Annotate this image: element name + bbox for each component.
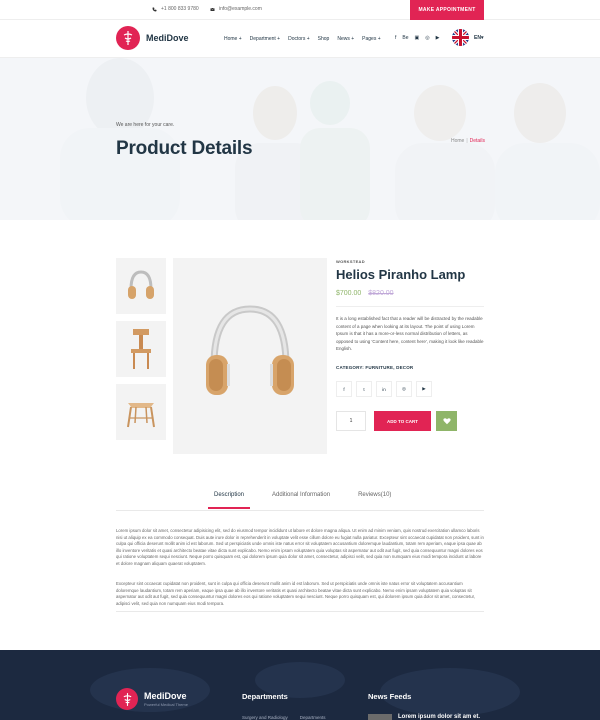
headphones-image xyxy=(206,305,294,395)
phone-contact[interactable]: +1 800 833 9780 xyxy=(152,6,199,12)
facebook-share-icon[interactable]: f xyxy=(336,381,352,397)
tab-description[interactable]: Description xyxy=(207,492,251,509)
thumbnail-headphones[interactable] xyxy=(116,258,166,314)
linkedin-share-icon[interactable]: in xyxy=(376,381,392,397)
tabs-divider xyxy=(116,510,484,511)
nav-item-pages[interactable]: Pages + xyxy=(362,36,381,42)
headphones-thumb-image xyxy=(128,270,154,299)
footer-link-departments[interactable]: Departments xyxy=(300,715,326,720)
footer-link-surgery[interactable]: Surgery and Radiology xyxy=(242,715,288,720)
thumbnail-chair[interactable] xyxy=(116,321,166,377)
email-address: info@example.com xyxy=(219,6,262,12)
email-contact[interactable]: info@example.com xyxy=(210,6,262,12)
phone-icon xyxy=(152,7,157,11)
dribbble-icon[interactable]: ◎ xyxy=(425,35,429,41)
description-paragraph-1: Lorem ipsum dolor sit amet, consectetur … xyxy=(116,528,484,566)
price-divider xyxy=(336,306,484,307)
add-to-cart-button[interactable]: ADD TO CART xyxy=(374,411,431,431)
footer-logo[interactable]: MediDove Powerful Medical Theme xyxy=(116,688,188,710)
nav-social-links: f Be ▣ ◎ ▶ xyxy=(395,35,439,41)
news-title[interactable]: Lorem ipsum dolor sit am et. xyxy=(398,714,480,720)
phone-number: +1 800 833 9780 xyxy=(161,6,199,12)
make-appointment-button[interactable]: MAKE APPOINTMENT xyxy=(410,0,484,20)
breadcrumb: Home | Details xyxy=(451,138,485,144)
news-thumbnail[interactable] xyxy=(368,714,392,720)
footer-map-pattern xyxy=(90,662,520,716)
product-share-links: f t in ◎ ▶ xyxy=(336,381,432,397)
footer-tagline: Powerful Medical Theme xyxy=(144,702,188,707)
price-current: $700.00 xyxy=(336,290,362,297)
footer-logo-name: MediDove xyxy=(144,691,187,701)
behance-icon[interactable]: Be xyxy=(402,35,408,41)
tab-reviews[interactable]: Reviews(10) xyxy=(358,492,391,506)
nav-item-home[interactable]: Home + xyxy=(224,36,242,42)
logo-name: MediDove xyxy=(146,33,189,43)
footer-logo-emblem-icon xyxy=(116,688,138,710)
site-logo[interactable]: MediDove xyxy=(116,26,189,50)
page-hero: We are here for your care. Product Detai… xyxy=(0,58,600,220)
footer-department-links: Surgery and Radiology Departments xyxy=(242,715,326,720)
youtube-share-icon[interactable]: ▶ xyxy=(416,381,432,397)
chair-thumb-image xyxy=(131,329,151,369)
stool-thumb-image xyxy=(127,403,155,428)
product-tabs: Description Additional Information Revie… xyxy=(200,492,391,509)
top-bar: +1 800 833 9780 info@example.com MAKE AP… xyxy=(0,0,600,20)
product-title: Helios Piranho Lamp xyxy=(336,267,466,282)
product-brand-label: WORKSTEAD xyxy=(336,259,365,264)
product-category: CATEGORY: FURNITURE, DECOR xyxy=(336,365,414,370)
description-divider xyxy=(116,611,484,612)
instagram-share-icon[interactable]: ◎ xyxy=(396,381,412,397)
footer-news-heading: News Feeds xyxy=(368,692,412,701)
breadcrumb-current: Details xyxy=(469,138,485,144)
footer-departments-heading: Departments xyxy=(242,692,288,701)
price-old: $820.00 xyxy=(368,290,394,297)
thumbnail-stool[interactable] xyxy=(116,384,166,440)
logo-emblem-icon xyxy=(116,26,140,50)
product-price: $700.00 $820.00 xyxy=(336,290,394,297)
twitter-share-icon[interactable]: t xyxy=(356,381,372,397)
nav-item-news[interactable]: News + xyxy=(337,36,354,42)
nav-item-doctors[interactable]: Doctors + xyxy=(288,36,310,42)
heart-icon xyxy=(442,418,451,425)
nav-item-shop[interactable]: Shop xyxy=(318,36,330,42)
description-paragraph-2: Excepteur sint occaecat cupidatat non pr… xyxy=(116,581,476,606)
product-description: It is a long established fact that a rea… xyxy=(336,316,484,352)
language-selector[interactable]: EN▾ xyxy=(474,35,483,41)
tab-additional-information[interactable]: Additional Information xyxy=(272,492,330,506)
instagram-icon[interactable]: ▣ xyxy=(415,35,420,41)
site-footer: MediDove Powerful Medical Theme Departme… xyxy=(0,650,600,720)
wishlist-button[interactable] xyxy=(436,411,457,431)
breadcrumb-separator: | xyxy=(466,138,468,144)
product-main-image[interactable] xyxy=(173,258,327,454)
facebook-icon[interactable]: f xyxy=(395,35,396,41)
hero-subtitle: We are here for your care. xyxy=(116,122,175,128)
page-title: Product Details xyxy=(116,138,253,159)
youtube-icon[interactable]: ▶ xyxy=(436,35,440,41)
quantity-input[interactable]: 1 xyxy=(336,411,366,431)
mail-icon xyxy=(210,7,215,11)
nav-menu: Home + Department + Doctors + Shop News … xyxy=(224,36,381,42)
main-navbar: MediDove Home + Department + Doctors + S… xyxy=(0,20,600,58)
nav-item-department[interactable]: Department + xyxy=(250,36,280,42)
uk-flag-icon[interactable] xyxy=(452,29,469,46)
hero-background-image xyxy=(0,58,600,220)
breadcrumb-home[interactable]: Home xyxy=(451,138,464,144)
